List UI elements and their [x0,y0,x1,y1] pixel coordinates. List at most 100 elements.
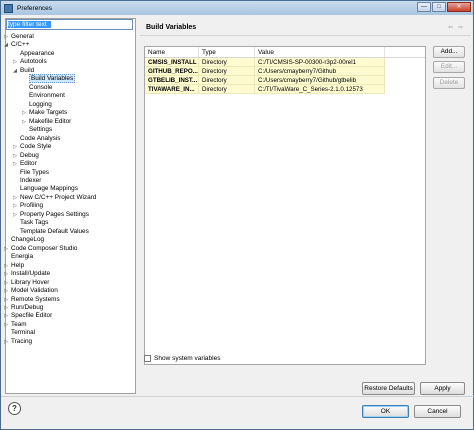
tree-item[interactable]: ▷ Tracing [3,337,136,346]
title-bar[interactable]: Preferences — □ ✕ [1,1,473,15]
tree-item-label: Settings [29,126,53,134]
tree-item[interactable]: ▷ Profiling [5,202,136,210]
tree-item[interactable]: ▷ Remote Systems [3,296,136,304]
tree-item[interactable]: ▷ Help [3,261,136,270]
add-button[interactable]: Add... [433,46,465,58]
collapsed-triangle-icon[interactable]: ▷ [12,202,18,210]
tree-item[interactable]: ▷ General [3,33,136,41]
tree-item[interactable]: File Types [5,169,136,177]
tree-item-label: Indexer [20,176,42,184]
tree-item[interactable]: ▷ Autotools [5,58,136,66]
footer-separator [1,396,474,397]
tree-item[interactable]: ▷ Code Style [5,143,136,151]
restore-defaults-button[interactable]: Restore Defaults [362,382,415,395]
tree-item[interactable]: ▷ Run/Debug [3,304,136,312]
apply-button[interactable]: Apply [420,382,465,395]
tree-item[interactable]: ▷ Editor [5,160,136,168]
collapsed-triangle-icon[interactable]: ▷ [21,118,27,126]
show-system-variables-checkbox[interactable] [144,355,151,362]
cancel-button[interactable]: Cancel [414,405,461,418]
collapsed-triangle-icon[interactable]: ▷ [3,312,9,320]
tree-item[interactable]: Code Analysis [5,135,136,143]
collapsed-triangle-icon[interactable]: ▷ [12,194,18,202]
tree-item[interactable]: Terminal [5,329,136,337]
tree-item-label: Environment [29,92,65,100]
collapsed-triangle-icon[interactable]: ▷ [3,279,9,287]
collapsed-triangle-icon[interactable]: ▷ [3,33,9,41]
expanded-triangle-icon[interactable]: ◢ [3,41,9,49]
collapsed-triangle-icon[interactable]: ▷ [3,245,9,253]
forward-arrow-icon[interactable]: ⇨ [458,24,463,31]
maximize-icon[interactable]: □ [432,2,446,12]
column-header-value[interactable]: Value [255,47,385,57]
tree-item[interactable]: Settings [5,126,136,134]
tree-item[interactable]: ▷ Team [3,321,136,329]
tree-item[interactable]: ▷ Specfile Editor [3,312,136,320]
tree-item[interactable]: ▷ Debug [5,152,136,160]
help-icon[interactable]: ? [8,402,21,415]
edit-button[interactable]: Edit... [433,61,465,73]
tree-item[interactable]: ChangeLog [5,236,136,244]
collapsed-triangle-icon[interactable]: ▷ [3,321,9,329]
tree-item-label: Tracing [11,337,33,345]
tree-item-label: Console [29,83,53,91]
tree-item[interactable]: ▷ Model Validation [3,287,136,295]
tree-item[interactable]: Environment [5,92,136,100]
table-row[interactable]: GITHUB_REPO... Directory C:/Users/cmayberr… [145,67,425,76]
tree-item[interactable]: Logging [5,101,136,109]
collapsed-triangle-icon[interactable]: ▷ [3,338,9,346]
ok-button[interactable]: OK [362,405,409,418]
tree-item-label: General [11,33,34,40]
tree-item[interactable]: ▷ Make Targets [5,109,136,117]
variable-value-cell: C:/TI/TivaWare_C_Series-2.1.0.12573 [255,85,385,94]
tree-item[interactable]: Build Variables [5,74,136,84]
table-row[interactable]: CMSIS_INSTALL Directory C:/TI/CMSIS-SP-003… [145,58,425,67]
tree-item[interactable]: ▷ Code Composer Studio [3,245,136,253]
collapsed-triangle-icon[interactable]: ▷ [12,160,18,168]
collapsed-triangle-icon[interactable]: ▷ [12,211,18,219]
tree-item[interactable]: ▷ Library Hover [3,279,136,287]
collapsed-triangle-icon[interactable]: ▷ [3,296,9,304]
expanded-triangle-icon[interactable]: ◢ [12,67,18,75]
collapsed-triangle-icon[interactable]: ▷ [3,270,9,278]
tree-item[interactable]: Console [5,84,136,92]
tree-item[interactable]: Language Mappings [5,185,136,193]
collapsed-triangle-icon[interactable]: ▷ [3,262,9,270]
tree-item[interactable]: Energia [5,253,136,261]
collapsed-triangle-icon[interactable]: ▷ [3,287,9,295]
tree-item-label: Language Mappings [20,185,78,193]
tree-item-label: Task Tags [20,219,49,227]
tree-item-label: Code Analysis [20,134,61,142]
tree-item[interactable]: ◢ C/C++ [3,41,136,49]
tree-item[interactable]: ▷ Makefile Editor [5,118,136,126]
collapsed-triangle-icon[interactable]: ▷ [12,152,18,160]
table-row[interactable]: GTBELIB_INST... Directory C:/Users/cmayber… [145,76,425,85]
close-icon[interactable]: ✕ [447,2,471,12]
tree-item-label: Property Pages Settings [20,210,89,218]
tree-item[interactable]: Template Default Values [5,228,136,236]
collapsed-triangle-icon[interactable]: ▷ [12,143,18,151]
collapsed-triangle-icon[interactable]: ▷ [3,304,9,312]
tree-item-label: Help [11,261,25,269]
tree-item-label: Makefile Editor [29,117,72,125]
collapsed-triangle-icon[interactable]: ▷ [21,109,27,117]
tree-item[interactable]: ▷ New C/C++ Project Wizard [5,194,136,202]
back-arrow-icon[interactable]: ⇦ [448,24,453,31]
tree-item[interactable]: Appearance [5,50,136,58]
column-header-type[interactable]: Type [199,47,255,57]
column-header-name[interactable]: Name [145,47,199,57]
delete-button[interactable]: Delete [433,77,465,89]
show-system-variables-row[interactable]: Show system variables [144,355,220,362]
table-row[interactable]: TIVAWARE_IN... Directory C:/TI/TivaWare_C_… [145,85,425,94]
title-separator [140,35,471,36]
tree-item[interactable]: ▷ Install/Update [3,270,136,278]
tree-item[interactable]: Task Tags [5,219,136,227]
tree-item[interactable]: ▷ Property Pages Settings [5,211,136,219]
collapsed-triangle-icon[interactable]: ▷ [12,58,18,66]
variable-name-cell: GITHUB_REPO... [145,67,199,76]
tree-item-label: Build Variables [29,74,76,84]
filter-input[interactable] [6,19,133,30]
variables-table[interactable]: Name Type Value CMSIS_INSTALL Directory C:… [144,46,426,365]
tree-item[interactable]: Indexer [5,177,136,185]
minimize-icon[interactable]: — [417,2,431,12]
